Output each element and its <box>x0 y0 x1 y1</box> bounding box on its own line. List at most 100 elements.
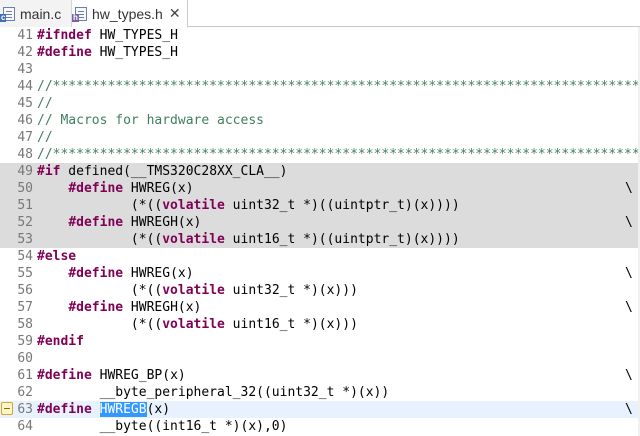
code-line[interactable]: 44 //************************************… <box>0 78 640 95</box>
line-number-gutter: 46 <box>0 112 36 129</box>
code-line[interactable]: 53 (*((volatile uint16_t *)((uintptr_t)(… <box>0 231 640 248</box>
line-number: 45 <box>17 96 33 111</box>
line-number-gutter: 49 <box>0 163 36 180</box>
code-line[interactable]: 52 #define HWREGH(x) \ <box>0 214 640 231</box>
line-number-gutter: 48 <box>0 146 36 163</box>
line-continuation: \ <box>625 215 633 230</box>
code-text: (*((volatile uint32_t *)(x))) <box>37 283 358 298</box>
code-line[interactable]: 48 //************************************… <box>0 146 640 163</box>
line-number: 59 <box>17 334 33 349</box>
line-number-gutter: 44 <box>0 78 36 95</box>
line-number-gutter: 50 <box>0 180 36 197</box>
line-continuation: \ <box>625 402 633 417</box>
code-text: #ifndef HW_TYPES_H <box>37 28 178 43</box>
line-number-gutter: 51 <box>0 197 36 214</box>
line-number-gutter: 58 <box>0 316 36 333</box>
line-number-gutter: 42 <box>0 44 36 61</box>
code-text: #endif <box>37 334 84 349</box>
line-number: 41 <box>17 28 33 43</box>
line-number-gutter: 64 <box>0 418 36 435</box>
code-text: #define HWREG(x) <box>68 181 194 196</box>
code-line[interactable]: 42 #define HW_TYPES_H <box>0 44 640 61</box>
code-line[interactable]: 43 <box>0 61 640 78</box>
line-number: 64 <box>17 419 33 434</box>
code-text: //**************************************… <box>37 147 640 162</box>
line-number: 44 <box>17 79 33 94</box>
bookmark-marker-icon[interactable] <box>1 402 13 415</box>
c-header-file-icon: h <box>72 6 87 22</box>
line-number: 51 <box>17 198 33 213</box>
tab-hw-types-h[interactable]: h hw_types.h ✕ <box>72 0 188 28</box>
line-number: 43 <box>17 62 33 77</box>
line-continuation: \ <box>625 181 633 196</box>
code-line[interactable]: 57 #define HWREGH(x) \ <box>0 299 640 316</box>
code-text: __byte_peripheral_32((uint32_t *)(x)) <box>37 385 390 400</box>
code-line[interactable]: 56 (*((volatile uint32_t *)(x))) <box>0 282 640 299</box>
code-line[interactable]: 51 (*((volatile uint32_t *)((uintptr_t)(… <box>0 197 640 214</box>
line-number: 48 <box>17 147 33 162</box>
code-line[interactable]: 63 #define HWREGB(x) \ <box>0 401 640 418</box>
code-line[interactable]: 41 #ifndef HW_TYPES_H <box>0 27 640 44</box>
line-number: 62 <box>17 385 33 400</box>
tab-label: hw_types.h <box>92 5 163 22</box>
code-text: (*((volatile uint32_t *)((uintptr_t)(x))… <box>37 198 460 213</box>
line-number-gutter: 59 <box>0 333 36 350</box>
code-line[interactable]: 45 // <box>0 95 640 112</box>
tab-main-c[interactable]: c main.c <box>0 0 72 27</box>
line-number: 52 <box>17 215 33 230</box>
code-line[interactable]: 58 (*((volatile uint16_t *)(x))) <box>0 316 640 333</box>
code-text: // <box>37 96 53 111</box>
close-icon[interactable]: ✕ <box>169 5 181 22</box>
tab-label: main.c <box>20 5 62 22</box>
code-text: __byte((int16_t *)(x),0) <box>37 419 288 434</box>
code-text: // Macros for hardware access <box>37 113 264 128</box>
line-number: 49 <box>17 164 33 179</box>
line-continuation: \ <box>625 300 633 315</box>
code-text: (*((volatile uint16_t *)((uintptr_t)(x))… <box>37 232 460 247</box>
line-number-gutter: 57 <box>0 299 36 316</box>
code-editor[interactable]: 41 #ifndef HW_TYPES_H 42 #define HW_TYPES_H… <box>0 27 640 436</box>
line-continuation: \ <box>625 368 633 383</box>
code-text: #define HWREG_BP(x) <box>37 368 186 383</box>
code-text: #if defined(__TMS320C28XX_CLA__) <box>37 164 288 179</box>
code-line[interactable]: 47 // <box>0 129 640 146</box>
line-number-gutter: 62 <box>0 384 36 401</box>
line-number: 53 <box>17 232 33 247</box>
line-number-gutter: 47 <box>0 129 36 146</box>
line-continuation: \ <box>625 266 633 281</box>
line-number: 60 <box>17 351 33 366</box>
line-number: 58 <box>17 317 33 332</box>
code-line[interactable]: 59 #endif <box>0 333 640 350</box>
line-number: 56 <box>17 283 33 298</box>
code-line[interactable]: 64 __byte((int16_t *)(x),0) <box>0 418 640 435</box>
code-line[interactable]: 46 // Macros for hardware access <box>0 112 640 129</box>
line-number: 57 <box>17 300 33 315</box>
code-text: // <box>37 130 53 145</box>
line-number-gutter: 53 <box>0 231 36 248</box>
line-number: 61 <box>17 368 33 383</box>
selected-text[interactable]: HWREGB <box>99 402 147 417</box>
line-number-gutter: 54 <box>0 248 36 265</box>
line-number-gutter: 61 <box>0 367 36 384</box>
code-text: #define HWREGH(x) <box>68 300 202 315</box>
line-number-gutter: 52 <box>0 214 36 231</box>
code-line[interactable]: 50 #define HWREG(x) \ <box>0 180 640 197</box>
code-text: #define HWREGH(x) <box>68 215 202 230</box>
code-text: #define HWREG(x) <box>68 266 194 281</box>
editor-tab-bar: c main.c h hw_types.h ✕ <box>0 0 640 28</box>
code-line[interactable]: 60 <box>0 350 640 367</box>
code-line[interactable]: 55 #define HWREG(x) \ <box>0 265 640 282</box>
code-line[interactable]: 49 #if defined(__TMS320C28XX_CLA__) <box>0 163 640 180</box>
line-number-gutter: 60 <box>0 350 36 367</box>
code-text: #define HW_TYPES_H <box>37 45 178 60</box>
code-text: #define HWREGB(x) <box>37 402 171 417</box>
line-number: 55 <box>17 266 33 281</box>
line-number-gutter: 43 <box>0 61 36 78</box>
line-number: 46 <box>17 113 33 128</box>
code-line[interactable]: 62 __byte_peripheral_32((uint32_t *)(x)) <box>0 384 640 401</box>
line-number: 50 <box>17 181 33 196</box>
line-number: 54 <box>17 249 33 264</box>
code-text: (*((volatile uint16_t *)(x))) <box>37 317 358 332</box>
code-line[interactable]: 54 #else <box>0 248 640 265</box>
code-line[interactable]: 61 #define HWREG_BP(x) \ <box>0 367 640 384</box>
